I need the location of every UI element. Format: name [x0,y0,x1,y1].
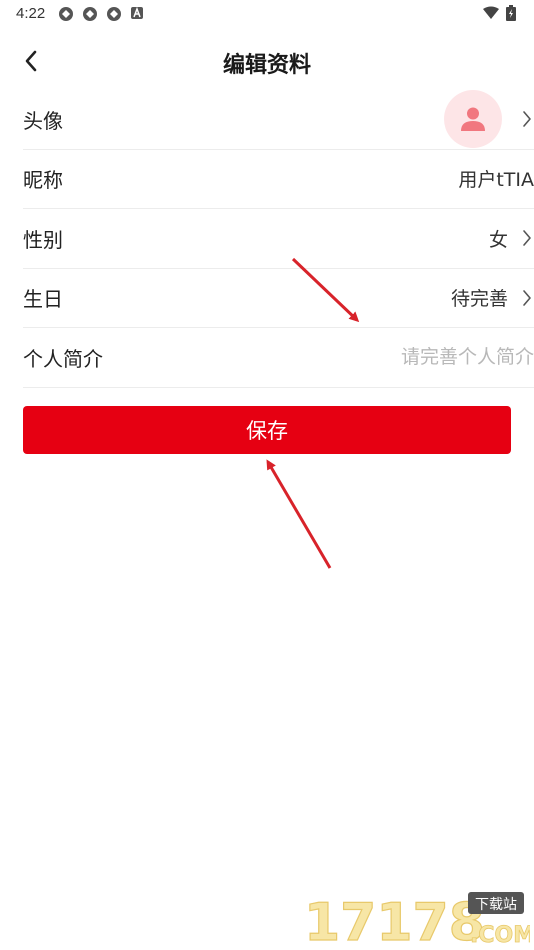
gender-label: 性别 [23,227,63,252]
wifi-icon [483,6,499,19]
avatar-label: 头像 [23,108,63,133]
app-notification-icon [83,7,97,21]
gender-value: 女 [488,228,508,251]
app-notification-icon [107,7,121,21]
avatar[interactable] [444,90,502,149]
save-button[interactable]: 保存 [23,406,511,454]
birthday-label: 生日 [23,287,63,312]
app-notification-icon [59,7,73,21]
watermark-number: 17178 [304,893,485,948]
page-title: 编辑资料 [222,53,311,78]
chevron-right-icon [523,230,531,247]
intro-row: 个人简介 [23,328,534,388]
notification-icons [58,6,144,22]
watermark-suffix: .COM [470,923,530,948]
watermark-badge: 下载站 [475,897,517,913]
intro-input[interactable] [294,346,534,369]
profile-form: 头像 昵称 用户tTIA 性别 女 生日 待完善 个人简介 [23,90,534,388]
avatar-value [444,90,506,149]
watermark-logo: 17178 下载站 .COM [300,888,534,950]
chevron-right-icon [523,289,531,306]
user-avatar-icon [461,107,485,132]
nickname-label: 昵称 [23,168,63,193]
status-bar: 4:22 [0,0,534,28]
avatar-row[interactable]: 头像 [23,90,534,150]
chevron-right-icon [523,111,531,128]
status-right-icons [482,5,516,21]
intro-label: 个人简介 [23,346,103,371]
birthday-value: 待完善 [450,288,508,311]
gender-row[interactable]: 性别 女 [23,209,534,269]
header: 编辑资料 [0,38,534,84]
nickname-value: 用户tTIA [458,169,534,192]
birthday-row[interactable]: 生日 待完善 [23,269,534,328]
status-time: 4:22 [16,5,46,22]
annotation-arrow [266,459,332,569]
battery-icon [506,5,516,21]
a-box-icon [131,6,143,19]
nickname-row[interactable]: 昵称 用户tTIA [23,150,534,209]
